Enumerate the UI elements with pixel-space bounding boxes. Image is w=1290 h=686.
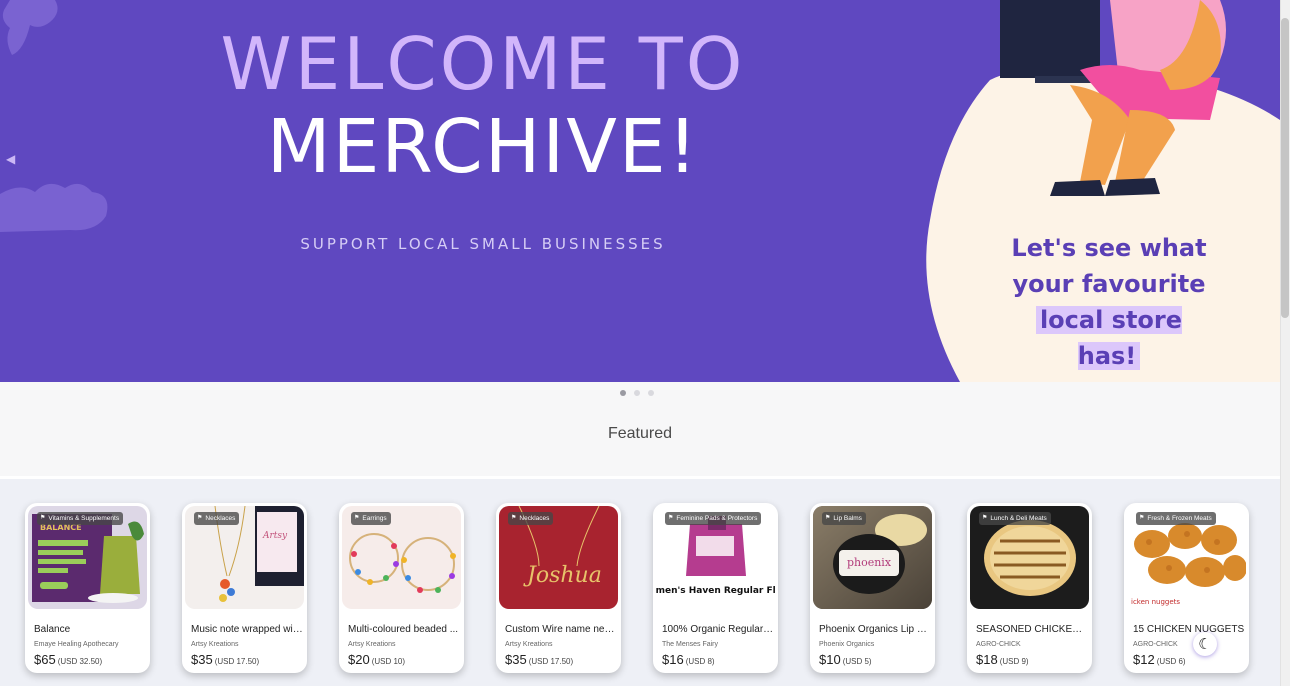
category-label: Feminine Pads & Protectors [676,515,758,522]
hero-tagline-line1: Let's see what [1011,234,1207,262]
store-name[interactable]: AGRO-CHICK [976,641,1021,648]
store-name[interactable]: The Menses Fairy [662,641,718,648]
category-badge: ⚑ Lunch & Deli Meats [979,512,1051,525]
product-card-list: BALANCE ⚑ Vitamins & Supplements Balance … [25,503,1249,673]
product-card[interactable]: icken nuggets ⚑ Fresh & Frozen Meats 15 C… [1124,503,1249,673]
carousel-dot[interactable] [620,390,626,396]
svg-text:Joshua: Joshua [523,563,602,588]
price-usd: (USD 8) [685,657,715,666]
product-name[interactable]: 100% Organic Regular S... [662,624,774,635]
category-label: Necklaces [205,515,236,522]
category-label: Vitamins & Supplements [48,515,120,522]
category-label: Lip Balms [833,515,862,522]
price-value: $65 [34,652,56,667]
product-price: $65 (USD 32.50) [34,652,102,667]
product-card[interactable]: Women's Haven Regular Flow ⚑Feminine Pad… [653,503,778,673]
store-name[interactable]: Artsy Kreations [348,641,395,648]
store-name[interactable]: Artsy Kreations [505,641,552,648]
product-image-text: icken nuggets [1131,598,1180,606]
product-card[interactable]: Joshua ⚑ Necklaces Custom Wire name nec..… [496,503,621,673]
tag-icon: ⚑ [982,515,988,521]
product-card[interactable]: Artsy ⚑ Necklaces Music note wrapped wit.… [182,503,307,673]
store-name[interactable]: AGRO-CHICK [1133,641,1178,648]
store-name[interactable]: Artsy Kreations [191,641,238,648]
category-badge: ⚑ Vitamins & Supplements [37,512,124,525]
hero-title-line1: WELCOME TO [220,22,746,106]
category-badge: ⚑ Feminine Pads & Protectors [665,512,762,525]
product-price: $10 (USD 5) [819,652,872,667]
price-usd: (USD 9) [999,657,1029,666]
price-usd: (USD 17.50) [528,657,574,666]
product-price: $16 (USD 8) [662,652,715,667]
price-value: $16 [662,652,684,667]
price-value: $20 [348,652,370,667]
price-value: $35 [191,652,213,667]
price-value: $35 [505,652,527,667]
price-value: $12 [1133,652,1155,667]
carousel-dot[interactable] [648,390,654,396]
hero-tagline-line2: your favourite [1012,270,1206,298]
product-card[interactable]: BALANCE ⚑ Vitamins & Supplements Balance … [25,503,150,673]
tag-icon: ⚑ [40,515,46,521]
price-value: $10 [819,652,841,667]
carousel-dots [620,390,654,396]
product-name[interactable]: Custom Wire name nec... [505,624,617,635]
featured-title: Featured [607,425,673,442]
tag-icon: ⚑ [1139,515,1145,521]
product-name[interactable]: Multi-coloured beaded ... [348,624,460,635]
product-card[interactable]: phoenix ⚑ Lip Balms Phoenix Organics Lip … [810,503,935,673]
category-label: Earrings [362,515,387,522]
store-name[interactable]: Emaye Healing Apothecary [34,641,118,648]
product-image-text: Women's Haven Regular Flow [656,586,775,596]
category-label: Necklaces [519,515,550,522]
page-scrollbar[interactable] [1280,0,1290,686]
tag-icon: ⚑ [197,515,203,521]
price-usd: (USD 32.50) [57,657,103,666]
product-price: $18 (USD 9) [976,652,1029,667]
product-name[interactable]: Phoenix Organics Lip Ba... [819,624,931,635]
svg-text:Artsy: Artsy [262,531,288,541]
store-name[interactable]: Phoenix Organics [819,641,874,648]
category-badge: ⚑ Lip Balms [822,512,866,525]
price-value: $18 [976,652,998,667]
hero-subtitle: SUPPORT LOCAL SMALL BUSINESSES [300,235,666,253]
tag-icon: ⚑ [511,515,517,521]
carousel-dot[interactable] [634,390,640,396]
category-badge: ⚑ Earrings [351,512,391,525]
hero-tagline: Let's see what your favourite local stor… [1004,230,1214,374]
hero-banner[interactable]: ◀ ▶ WELCOME TO MERCHIVE! SUPPORT LOCAL S… [0,0,1280,382]
category-badge: ⚑ Necklaces [194,512,240,525]
product-card[interactable]: ⚑ Lunch & Deli Meats SEASONED CHICKEN ...… [967,503,1092,673]
product-name[interactable]: 15 CHICKEN NUGGETS [1133,624,1245,635]
moon-icon[interactable]: ☾ [1193,632,1217,656]
product-price: $35 (USD 17.50) [191,652,259,667]
category-badge: ⚑ Necklaces [508,512,554,525]
product-name[interactable]: SEASONED CHICKEN ... [976,624,1088,635]
price-usd: (USD 5) [842,657,872,666]
product-name[interactable]: Balance [34,624,146,635]
price-usd: (USD 10) [371,657,406,666]
price-usd: (USD 6) [1156,657,1186,666]
product-price: $20 (USD 10) [348,652,405,667]
price-usd: (USD 17.50) [214,657,260,666]
tag-icon: ⚑ [668,515,674,521]
scrollbar-thumb[interactable] [1281,18,1289,318]
category-label: Fresh & Frozen Meats [1147,515,1212,522]
page: ◀ ▶ WELCOME TO MERCHIVE! SUPPORT LOCAL S… [0,0,1290,686]
product-price: $35 (USD 17.50) [505,652,573,667]
product-image-text: phoenix [847,556,892,569]
category-badge: ⚑ Fresh & Frozen Meats [1136,512,1216,525]
hero-tagline-line3: local store has! [1035,306,1183,370]
hero-title-line2: MERCHIVE! [266,104,700,190]
product-price: $12 (USD 6) [1133,652,1186,667]
tag-icon: ⚑ [354,515,360,521]
product-card[interactable]: ⚑ Earrings Multi-coloured beaded ... Arts… [339,503,464,673]
tag-icon: ⚑ [825,515,831,521]
category-label: Lunch & Deli Meats [990,515,1047,522]
product-name[interactable]: Music note wrapped wit... [191,624,303,635]
